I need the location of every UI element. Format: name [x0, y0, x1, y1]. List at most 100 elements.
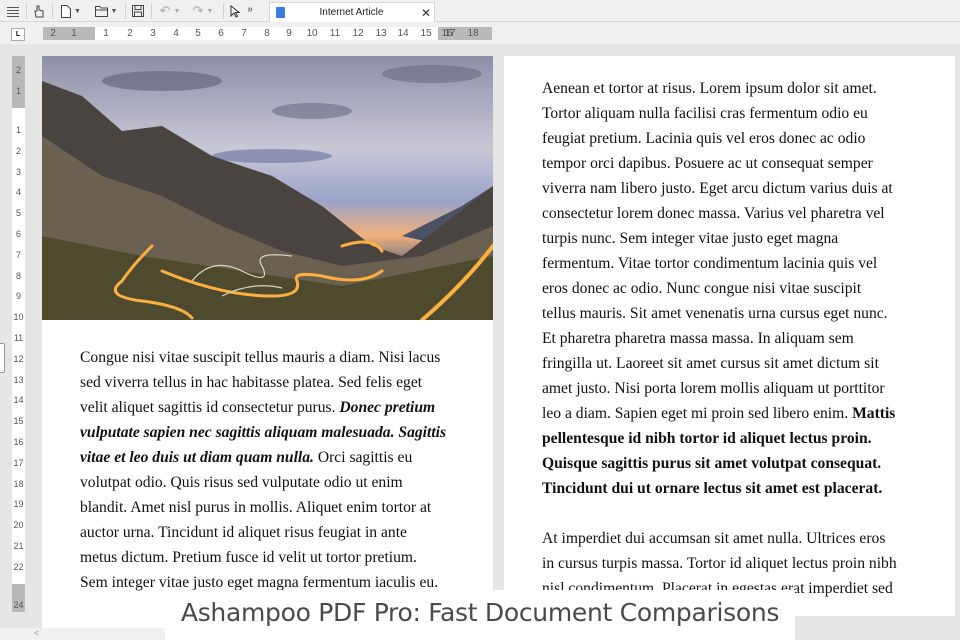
text-line: Et pharetra pharetra massa massa. In ali… [542, 326, 897, 351]
scroll-left-arrow[interactable]: < [34, 628, 39, 638]
save-icon[interactable] [129, 2, 147, 20]
chevron-down-icon[interactable]: ▼ [173, 8, 180, 15]
text-line: Tincidunt dui ut ornare lectus sit amet … [542, 476, 897, 501]
ruler-tick-label: 8 [15, 270, 21, 281]
text-line: tempor orci dapibus. Posuere ac ut conse… [542, 151, 897, 176]
text-run: velit aliquet sagittis id consectetur pu… [80, 399, 340, 416]
ruler-tick-label: 13 [375, 28, 387, 39]
chevron-down-icon[interactable]: ▼ [74, 8, 81, 15]
left-page-text[interactable]: Congue nisi vitae suscipit tellus mauris… [80, 345, 446, 595]
open-folder-button[interactable]: ▼ [90, 2, 122, 20]
text-line: amet justo. Nisi porta lorem mollis aliq… [542, 376, 897, 401]
ruler-tick-label: 4 [173, 28, 179, 39]
text-line: blandit. Amet nisl purus in mollis. Aliq… [80, 495, 446, 520]
sidebar-toggle-handle[interactable] [0, 343, 5, 373]
mountain-road-photo [42, 56, 493, 320]
ruler-tick-label: 20 [13, 520, 24, 531]
ruler-tick-label: 15 [13, 416, 24, 427]
tab-internet-article[interactable]: Internet Article ✕ [269, 2, 435, 22]
hand-tool-icon[interactable] [30, 2, 48, 20]
ruler-tick-label: 9 [15, 291, 21, 302]
ruler-tick-label: 7 [15, 249, 21, 260]
toolbar: ▼ ▼ ↶ ▼ ↷ ▼ » Internet Article ✕ [0, 0, 960, 22]
chevron-down-icon[interactable]: ▼ [111, 8, 118, 15]
text-line: Tortor aliquam nulla facilisi cras ferme… [542, 101, 897, 126]
select-arrow-icon[interactable] [228, 2, 242, 20]
text-run: amet justo. Nisi porta lorem mollis aliq… [542, 380, 885, 397]
ruler-tick-label: 7 [241, 28, 247, 39]
text-line: Aenean et tortor at risus. Lorem ipsum d… [542, 76, 897, 101]
emphasized-text-run: Mattis [852, 405, 896, 422]
ruler-tick-label: 1 [15, 125, 21, 135]
ruler-tick-label: 6 [15, 229, 21, 239]
text-line: in cursus turpis massa. Tortor id alique… [542, 551, 897, 576]
emphasized-text-run: vulputate sapien nec sagittis aliquam ma… [80, 424, 447, 441]
ruler-tick-label: 1 [103, 28, 109, 39]
ruler-tick-label: 2 [15, 145, 21, 156]
text-line: leo a diam. Sapien eget mi proin sed lib… [542, 401, 897, 426]
right-page-text[interactable]: Aenean et tortor at risus. Lorem ipsum d… [542, 76, 897, 601]
document-icon [276, 7, 285, 18]
new-document-icon [61, 4, 72, 18]
emphasized-text-run: Quisque sagittis purus sit amet volutpat… [542, 455, 882, 472]
ruler-tick-label: 14 [13, 395, 24, 406]
text-run: At imperdiet dui accumsan sit amet nulla… [542, 530, 886, 547]
ruler-tick-label: 4 [15, 187, 21, 198]
ruler-tick-label: 11 [329, 28, 341, 39]
text-run: tempor orci dapibus. Posuere ac ut conse… [542, 155, 873, 172]
text-run: consectetur lorem donec massa. Varius ve… [542, 205, 885, 222]
text-run: leo a diam. Sapien eget mi proin sed lib… [542, 405, 853, 422]
text-line: eros donec ac odio. Nunc congue nisi vit… [542, 276, 897, 301]
close-icon[interactable]: ✕ [418, 6, 434, 20]
text-line: fringilla ut. Laoreet sit amet cursus si… [542, 351, 897, 376]
ruler-tick-label: 18 [13, 478, 24, 489]
text-run: fringilla ut. Laoreet sit amet cursus si… [542, 355, 879, 372]
text-line [542, 501, 897, 526]
ruler-tick-label: 17 [444, 28, 456, 39]
ruler-tick-label: 1 [71, 28, 77, 39]
hamburger-icon[interactable] [4, 2, 22, 20]
ruler-tick-label: 10 [13, 312, 24, 323]
ruler-tick-label: 3 [150, 28, 156, 39]
ruler-tick-label: 6 [218, 28, 224, 39]
text-run: metus dictum. Pretium fusce id velit ut … [80, 549, 417, 566]
text-line: tellus mauris. Sit amet venenatis urna c… [542, 301, 897, 326]
text-line: volutpat odio. Quis risus sed vulputate … [80, 470, 446, 495]
ruler-tick-label: 13 [13, 374, 24, 385]
horizontal-ruler[interactable]: 2 1 1 2 3 4 5 6 7 8 9 10 11 12 13 14 15 16 17 18 [43, 27, 492, 40]
text-line: fermentum. Vitae tortor condimentum laci… [542, 251, 897, 276]
ruler-tick-label: 19 [13, 499, 24, 510]
tab-stop-selector[interactable]: L [11, 28, 25, 41]
emphasized-text-run: Tincidunt dui ut ornare lectus sit amet … [542, 480, 883, 497]
ruler-tick-label: 12 [352, 28, 364, 39]
more-tools-button[interactable]: » [245, 0, 255, 18]
redo-button[interactable]: ↷ ▼ [188, 2, 218, 20]
ruler-tick-label: 2 [127, 28, 133, 39]
undo-button[interactable]: ↶ ▼ [155, 2, 185, 20]
vertical-ruler[interactable]: 2 1 1 2 3 4 5 6 7 8 9 10 11 12 13 14 15 16 17 18 19 20 21 22 24 [12, 56, 25, 612]
horizontal-scrollbar[interactable]: < [0, 628, 165, 640]
text-run: auctor urna. Tincidunt id aliquet risus … [80, 524, 407, 541]
ruler-tick-label: 10 [306, 28, 318, 39]
ruler-tick-label: 5 [15, 208, 21, 219]
text-line: Congue nisi vitae suscipit tellus mauris… [80, 345, 446, 370]
emphasized-text-run: vitae et leo duis ut diam quam nulla. [80, 449, 314, 466]
text-run: blandit. Amet nisl purus in mollis. Aliq… [80, 499, 432, 516]
text-run: Sem integer vitae justo eget magna ferme… [80, 574, 439, 591]
text-run: Aenean et tortor at risus. Lorem ipsum d… [542, 80, 877, 97]
text-run: feugiat pretium. Lacinia quis vel eros d… [542, 130, 866, 147]
text-run: Et pharetra pharetra massa massa. In ali… [542, 330, 854, 347]
new-document-button[interactable]: ▼ [56, 2, 86, 20]
emphasized-text-run: Donec pretium [339, 399, 436, 416]
text-run: tellus mauris. Sit amet venenatis urna c… [542, 305, 888, 322]
chevron-down-icon[interactable]: ▼ [206, 8, 213, 15]
text-run: Congue nisi vitae suscipit tellus mauris… [80, 349, 441, 366]
ruler-tick-label: 14 [397, 28, 409, 39]
ruler-tick-label: 8 [264, 28, 270, 39]
text-line: pellentesque id nibh tortor id aliquet l… [542, 426, 897, 451]
ruler-tick-label: 24 [13, 600, 24, 610]
text-run: Tortor aliquam nulla facilisi cras ferme… [542, 105, 868, 122]
text-line: Quisque sagittis purus sit amet volutpat… [542, 451, 897, 476]
ruler-tick-label: 1 [15, 86, 21, 96]
text-run: viverra nam libero justo. Eget arcu dict… [542, 180, 893, 197]
